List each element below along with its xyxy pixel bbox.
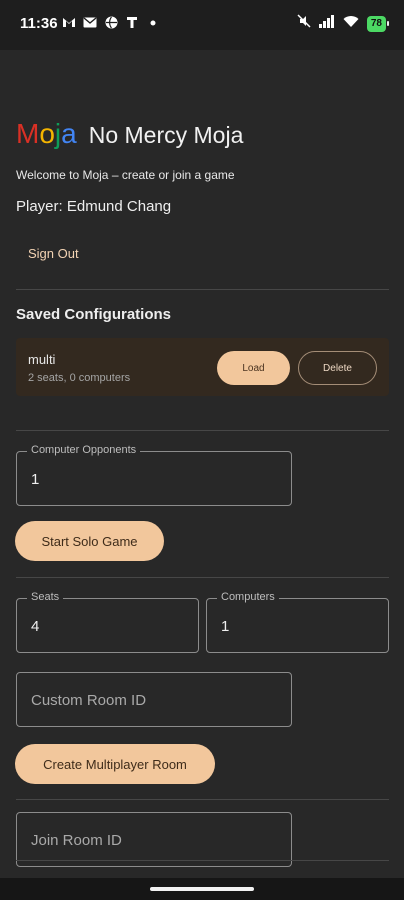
divider — [16, 577, 389, 578]
computers-field[interactable]: Computers 1 — [206, 591, 389, 653]
computers-label: Computers — [217, 591, 279, 603]
mail-icon — [83, 16, 97, 29]
home-gesture-handle[interactable] — [150, 887, 254, 891]
computers-value: 1 — [221, 618, 230, 635]
app-logo: Moja — [16, 118, 77, 150]
dot-icon — [146, 16, 160, 29]
welcome-text: Welcome to Moja – create or join a game — [16, 168, 235, 182]
battery-icon: 78 — [366, 15, 390, 32]
start-solo-game-button[interactable]: Start Solo Game — [15, 521, 164, 561]
saved-config-item: multi 2 seats, 0 computers Load Delete — [16, 338, 389, 396]
navigation-bar — [0, 878, 404, 900]
player-name: Player: Edmund Chang — [16, 198, 172, 215]
notification-icons — [62, 16, 160, 29]
divider — [16, 430, 389, 431]
join-room-id-placeholder: Join Room ID — [31, 832, 122, 849]
computer-opponents-label: Computer Opponents — [27, 444, 141, 456]
system-icons: 78 — [297, 14, 390, 33]
gmail-icon — [62, 16, 76, 29]
logo-letter: M — [16, 118, 40, 149]
logo-letter: a — [61, 118, 77, 149]
status-bar: 11:36 78 — [0, 0, 404, 50]
computer-opponents-field[interactable]: Computer Opponents 1 — [16, 444, 292, 506]
delete-config-button[interactable]: Delete — [298, 351, 377, 385]
mute-icon — [297, 14, 311, 33]
divider — [16, 799, 389, 800]
page-title: No Mercy Moja — [88, 122, 244, 148]
status-time: 11:36 — [20, 15, 58, 32]
seats-value: 4 — [31, 618, 40, 635]
saved-configurations-title: Saved Configurations — [16, 306, 172, 323]
custom-room-id-input[interactable]: Custom Room ID — [16, 672, 292, 727]
divider — [16, 860, 389, 861]
config-name: multi — [28, 352, 56, 367]
config-meta: 2 seats, 0 computers — [28, 372, 131, 384]
signal-icon — [318, 14, 335, 33]
sign-out-button[interactable]: Sign Out — [28, 246, 79, 261]
logo-letter: o — [39, 118, 55, 149]
load-config-button[interactable]: Load — [217, 351, 290, 385]
main-content[interactable]: Moja No Mercy Moja Welcome to Moja – cre… — [0, 50, 404, 878]
wifi-icon — [343, 15, 359, 33]
tmobile-icon — [125, 16, 139, 29]
computer-opponents-value: 1 — [31, 471, 40, 488]
app-header: Moja No Mercy Moja — [16, 118, 243, 150]
sports-icon — [104, 16, 118, 29]
seats-field[interactable]: Seats 4 — [16, 591, 199, 653]
seats-label: Seats — [27, 591, 64, 603]
custom-room-id-placeholder: Custom Room ID — [31, 692, 147, 709]
divider — [16, 289, 389, 290]
join-room-id-input[interactable]: Join Room ID — [16, 812, 292, 867]
create-multiplayer-room-button[interactable]: Create Multiplayer Room — [15, 744, 215, 784]
